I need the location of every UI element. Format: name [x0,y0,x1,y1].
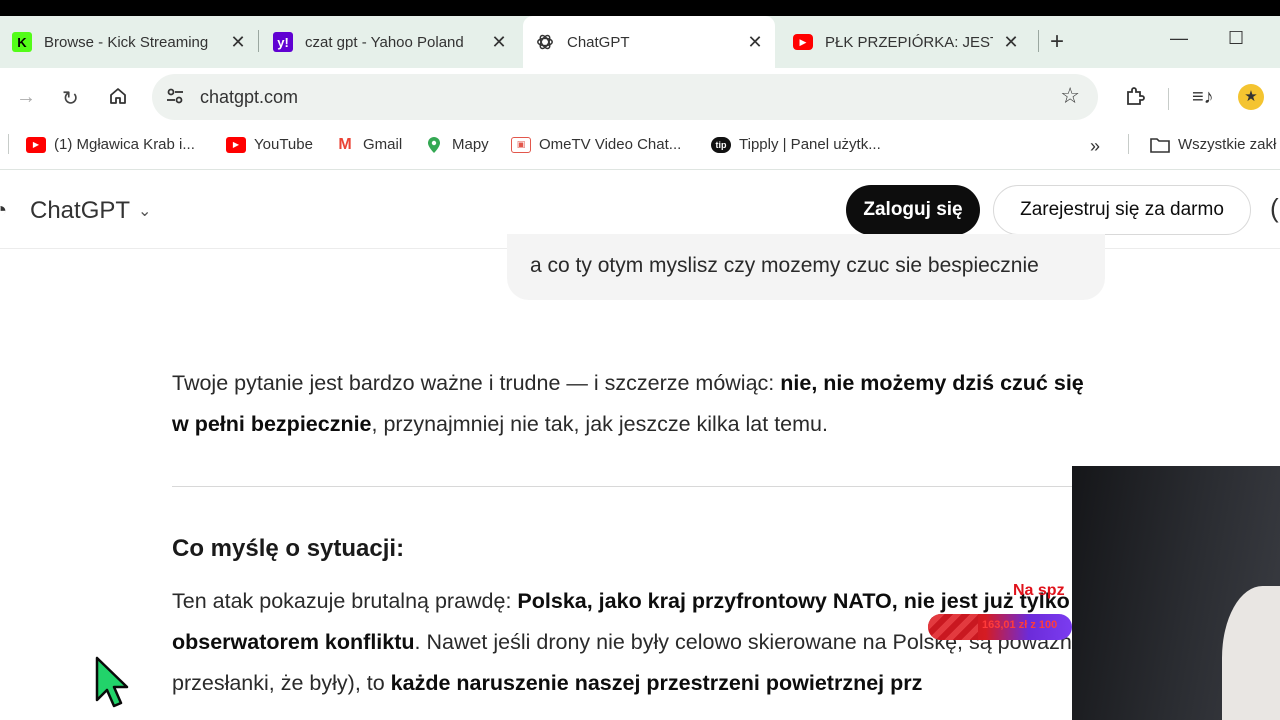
assistant-paragraph: Ten atak pokazuje brutalną prawdę: Polsk… [172,581,1112,704]
chevron-down-icon[interactable]: ⌄ [138,201,151,221]
new-tab-button[interactable]: + [1050,28,1064,56]
user-message-bubble: a co ty otym myslisz czy mozemy czuc sie… [507,234,1105,300]
webcam-overlay [1072,466,1280,720]
youtube-icon: ▶ [26,136,46,153]
address-bar[interactable]: chatgpt.com ☆ [152,74,1098,120]
url-text: chatgpt.com [200,87,299,107]
tab-youtube[interactable]: ▶ PŁK PRZEPIÓRKA: JESTEŚ ✕ [781,16,1031,68]
bookmark-item[interactable]: ▣ OmeTV Video Chat... [511,136,681,153]
tab-separator [258,30,259,52]
youtube-icon: ▶ [793,34,813,50]
bookmark-label: YouTube [254,136,313,153]
bookmark-item[interactable]: Mapy [424,136,489,153]
close-icon[interactable]: ✕ [230,32,246,53]
overlay-goal-label: Na spz [1013,582,1065,599]
profile-avatar[interactable]: ★ [1238,84,1264,110]
tab-title: PŁK PRZEPIÓRKA: JESTEŚ [825,33,993,51]
bookmarks-separator [1128,134,1129,154]
close-icon[interactable]: ✕ [491,32,507,53]
folder-icon [1150,137,1170,153]
site-settings-icon[interactable] [166,86,184,106]
donation-goal-bar: 163,01 zł z 100 [928,614,1072,640]
answer-text: Twoje pytanie jest bardzo ważne i trudne… [172,371,781,395]
ometv-icon: ▣ [511,136,531,153]
bookmark-item[interactable]: M Gmail [335,135,403,154]
user-message-text: a co ty otym myslisz czy mozemy czuc sie… [530,254,1039,277]
bookmark-item[interactable]: ▶ YouTube [226,136,313,153]
answer-text: Ten atak pokazuje brutalną prawdę: [172,589,518,613]
tipply-icon: tip [711,136,731,153]
screen-top-bar [0,0,1280,16]
bookmark-item[interactable]: ▶ (1) Mgławica Krab i... [26,136,195,153]
tab-title: ChatGPT [567,33,630,51]
maximize-icon[interactable]: ☐ [1228,28,1244,49]
tab-title: czat gpt - Yahoo Poland [305,33,464,51]
tab-title: Browse - Kick Streaming [44,33,209,51]
minimize-icon[interactable]: — [1170,28,1188,49]
bookmarks-bar: ▶ (1) Mgławica Krab i... ▶ YouTube M Gma… [0,126,1280,170]
section-divider [172,486,1082,487]
bookmark-label: Mapy [452,136,489,153]
tab-strip: K Browse - Kick Streaming ✕ y! czat gpt … [0,16,1280,68]
tab-yahoo[interactable]: y! czat gpt - Yahoo Poland ✕ [261,16,519,68]
youtube-icon: ▶ [226,136,246,153]
answer-bold-text: każde naruszenie naszej przestrzeni powi… [390,671,923,695]
toolbar-separator [1168,88,1169,110]
home-icon[interactable] [108,86,128,112]
close-icon[interactable]: ✕ [1003,32,1019,53]
sidebar-toggle-icon[interactable]: ◔ [0,197,7,223]
mouse-cursor-icon [94,656,130,708]
bookmark-label: Tipply | Panel użytk... [739,136,881,153]
bookmark-item[interactable]: tip Tipply | Panel użytk... [711,136,881,153]
media-control-icon[interactable]: ≡♪ [1192,86,1214,109]
bookmark-label: OmeTV Video Chat... [539,136,682,153]
login-button[interactable]: Zaloguj się [846,185,980,235]
help-icon[interactable]: ( [1270,193,1279,224]
close-icon[interactable]: ✕ [747,32,763,53]
gmail-icon: M [338,135,352,153]
yahoo-icon: y! [273,32,293,52]
bookmark-folder-label: Wszystkie zakł [1178,136,1277,153]
bookmark-star-icon[interactable]: ☆ [1060,83,1080,109]
tab-chatgpt[interactable]: ChatGPT ✕ [523,16,775,68]
answer-text: , przynajmniej nie tak, jak jeszcze kilk… [371,412,828,436]
signup-button[interactable]: Zarejestruj się za darmo [993,185,1251,235]
reload-icon[interactable]: ↻ [62,86,79,111]
assistant-paragraph: Twoje pytanie jest bardzo ważne i trudne… [172,363,1102,445]
chatgpt-icon [535,32,555,52]
brand-title[interactable]: ChatGPT [30,197,130,225]
bookmarks-separator [8,134,9,154]
more-bookmarks-icon[interactable]: » [1090,136,1100,157]
donation-progress-stripes [928,614,978,640]
section-heading: Co myślę o sytuacji: [172,535,405,562]
forward-icon[interactable]: → [16,86,36,109]
extensions-icon[interactable] [1124,86,1146,114]
tab-kick[interactable]: K Browse - Kick Streaming ✕ [0,16,258,68]
donation-goal-text: 163,01 zł z 100 [982,619,1058,631]
kick-icon: K [12,32,32,52]
browser-toolbar: → ↻ chatgpt.com ☆ ≡♪ ★ [0,68,1280,126]
tab-separator [1038,30,1039,52]
bookmark-folder[interactable]: Wszystkie zakł [1150,136,1276,153]
bookmark-label: Gmail [363,136,403,153]
maps-pin-icon [424,136,444,153]
bookmark-label: (1) Mgławica Krab i... [54,136,195,153]
